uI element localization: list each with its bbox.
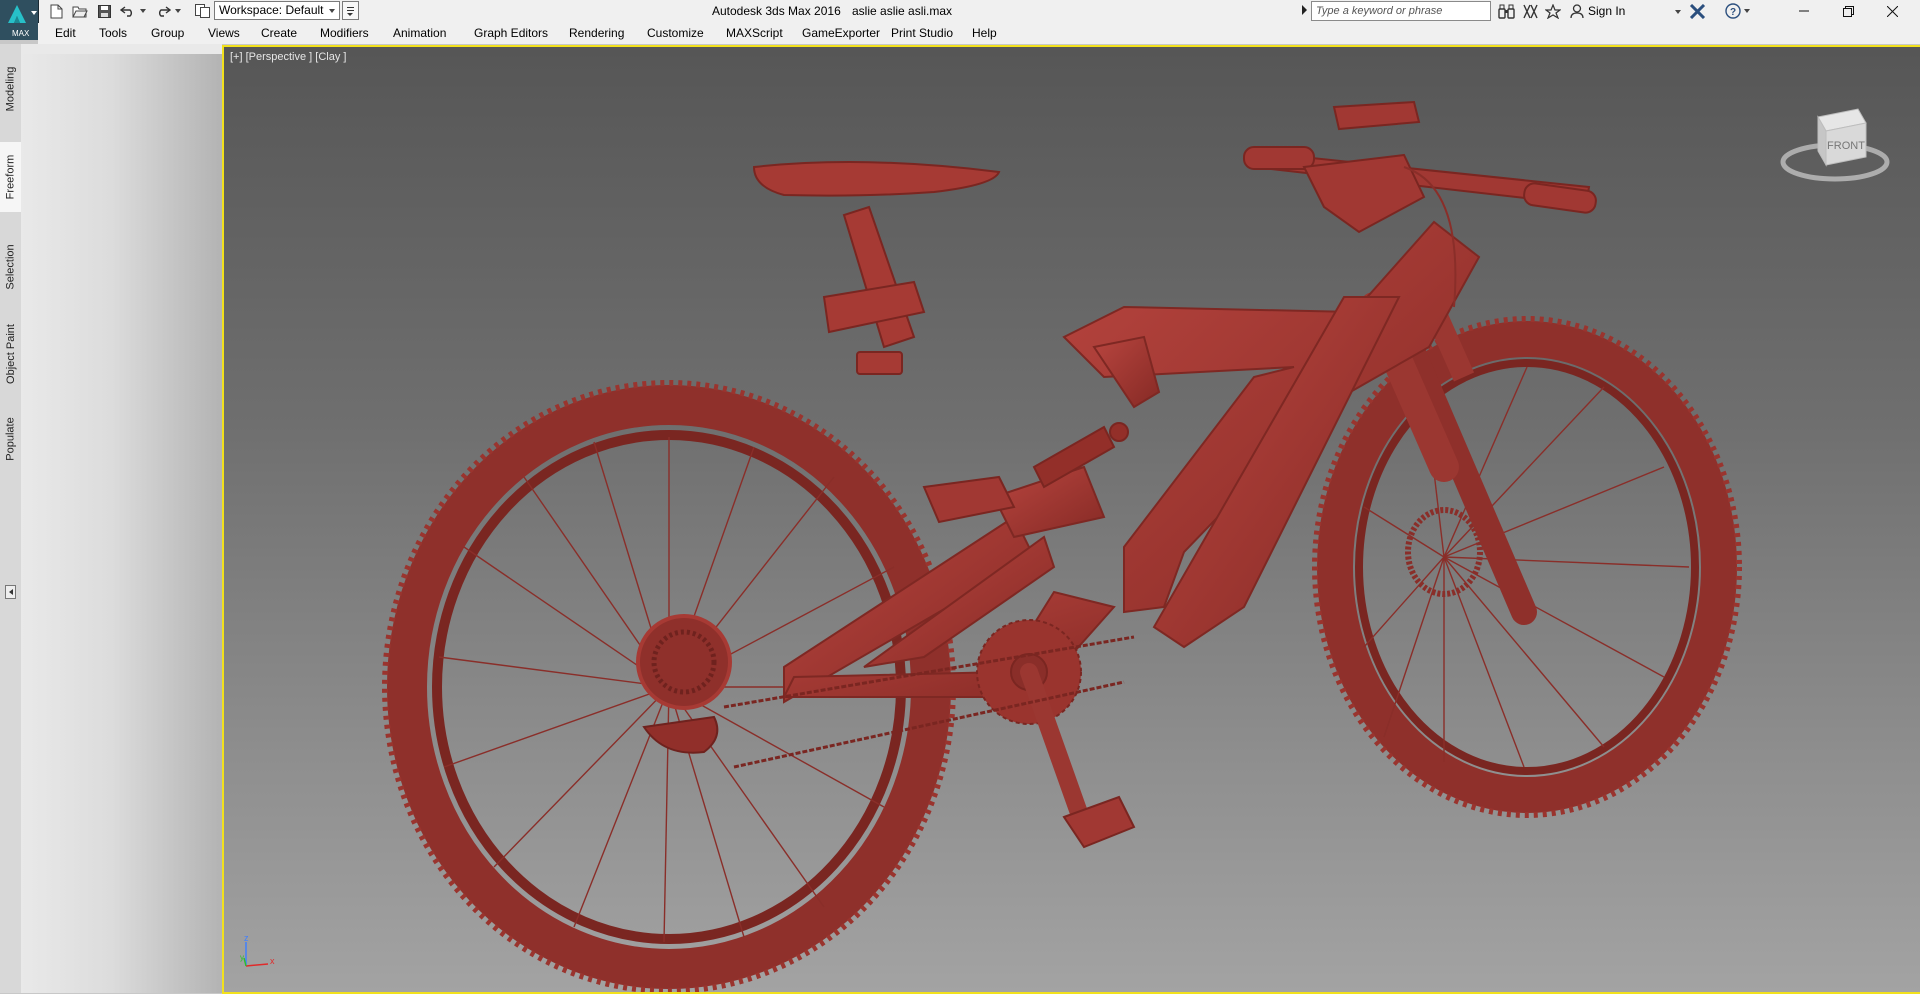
menu-modifiers[interactable]: Modifiers (320, 26, 369, 40)
menu-views[interactable]: Views (208, 26, 240, 40)
open-file-button[interactable] (71, 2, 89, 20)
menu-customize[interactable]: Customize (647, 26, 704, 40)
seat (752, 161, 1001, 375)
viewcube[interactable]: FRONT (1780, 97, 1890, 187)
viewcube-face-label: FRONT (1827, 140, 1865, 152)
menu-lines-icon (347, 7, 354, 8)
redo-dropdown[interactable] (174, 2, 182, 20)
help-icon: ? (1725, 3, 1741, 19)
close-button[interactable] (1870, 0, 1914, 22)
application-menu-button[interactable]: MAX (0, 0, 39, 40)
panel-header (21, 44, 222, 54)
axis-x-label: x (270, 956, 275, 966)
chevron-down-icon (1744, 9, 1750, 13)
chevron-down-icon (175, 9, 181, 13)
bicycle-model[interactable] (224, 47, 1920, 992)
file-title: aslie aslie asli.max (852, 4, 953, 18)
user-account-button[interactable] (1567, 2, 1587, 20)
tab-modeling[interactable]: Modeling (0, 54, 21, 124)
save-icon (97, 4, 111, 18)
svg-text:?: ? (1730, 7, 1736, 18)
undo-icon (120, 6, 132, 17)
undo-dropdown[interactable] (139, 2, 147, 20)
tab-label: Object Paint (4, 324, 17, 384)
workspace-dropdown[interactable]: Workspace: Default (214, 1, 340, 20)
menu-gameexporter[interactable]: GameExporter (802, 26, 880, 40)
star-icon (1545, 3, 1561, 19)
chevron-down-icon (329, 9, 335, 13)
user-icon (1570, 3, 1584, 18)
subscription-center-button[interactable] (1520, 2, 1540, 20)
menu-tools[interactable]: Tools (99, 26, 127, 40)
project-folder-button[interactable] (193, 2, 211, 20)
save-file-button[interactable] (96, 2, 112, 20)
tab-label: Modeling (4, 66, 17, 112)
axis-y-label: y (240, 953, 244, 962)
front-wheel (1312, 316, 1742, 818)
redo-icon (159, 6, 171, 17)
workspace-label: Workspace: Default (219, 3, 324, 17)
undo-button[interactable] (119, 2, 137, 20)
minimize-button[interactable] (1782, 0, 1826, 22)
menu-bar: Edit Tools Group Views Create Modifiers … (38, 23, 1920, 44)
menu-edit[interactable]: Edit (55, 26, 76, 40)
ribbon-expand-toggle[interactable] (5, 585, 16, 599)
menu-maxscript[interactable]: MAXScript (726, 26, 783, 40)
chevron-down-icon (347, 13, 353, 16)
folder-open-icon (72, 6, 88, 17)
redo-button[interactable] (154, 2, 172, 20)
ribbon-tabs: Modeling Freeform Selection Object Paint… (0, 44, 22, 993)
chevron-down-icon (140, 9, 146, 13)
menu-create[interactable]: Create (261, 26, 297, 40)
subscription-center-icon (1522, 4, 1538, 18)
title-bar: MAX Workspace: Default Autodesk 3ds Max … (0, 0, 1920, 40)
minimize-icon (1799, 10, 1809, 12)
exchange-apps-icon (1689, 3, 1705, 19)
menu-help[interactable]: Help (972, 26, 997, 40)
close-icon (1886, 5, 1898, 17)
binoculars-icon (1497, 4, 1515, 19)
tab-selection[interactable]: Selection (0, 232, 21, 302)
3dsmax-logo-icon (8, 5, 26, 23)
search-button[interactable] (1496, 2, 1516, 20)
tab-populate[interactable]: Populate (0, 404, 21, 474)
search-input[interactable] (1311, 1, 1491, 21)
favorites-button[interactable] (1543, 2, 1563, 20)
search-collapse-arrow-icon[interactable] (1302, 5, 1307, 15)
quick-access-customize-button[interactable] (342, 1, 359, 20)
sign-in-button[interactable]: Sign In (1588, 4, 1625, 18)
axis-z-label: z (244, 934, 249, 943)
app-title: Autodesk 3ds Max 2016 (712, 4, 841, 18)
axis-tripod: z x y (240, 934, 275, 967)
tab-label: Populate (4, 417, 17, 461)
menu-rendering[interactable]: Rendering (569, 26, 624, 40)
restore-button[interactable] (1826, 0, 1870, 22)
project-folder-icon (194, 4, 210, 18)
menu-graph-editors[interactable]: Graph Editors (474, 26, 548, 40)
tab-label: Selection (4, 244, 17, 290)
help-dropdown[interactable] (1742, 2, 1752, 20)
tab-object-paint[interactable]: Object Paint (0, 314, 21, 394)
chevron-down-icon[interactable] (1675, 10, 1681, 14)
menu-group[interactable]: Group (151, 26, 184, 40)
logo-label: MAX (12, 29, 30, 38)
perspective-viewport[interactable]: [+] [Perspective ] [Clay ] FRONT z x y (222, 45, 1920, 994)
tab-freeform[interactable]: Freeform (0, 142, 22, 212)
tab-label: Freeform (4, 154, 17, 200)
menu-print-studio[interactable]: Print Studio (891, 26, 953, 40)
menu-animation[interactable]: Animation (393, 26, 446, 40)
new-file-button[interactable] (48, 2, 64, 20)
restore-icon (1842, 5, 1854, 17)
exchange-apps-button[interactable] (1686, 2, 1708, 20)
help-button[interactable]: ? (1722, 2, 1744, 20)
new-file-icon (50, 4, 62, 18)
chevron-down-icon (31, 11, 37, 15)
ribbon-panel (21, 44, 222, 993)
